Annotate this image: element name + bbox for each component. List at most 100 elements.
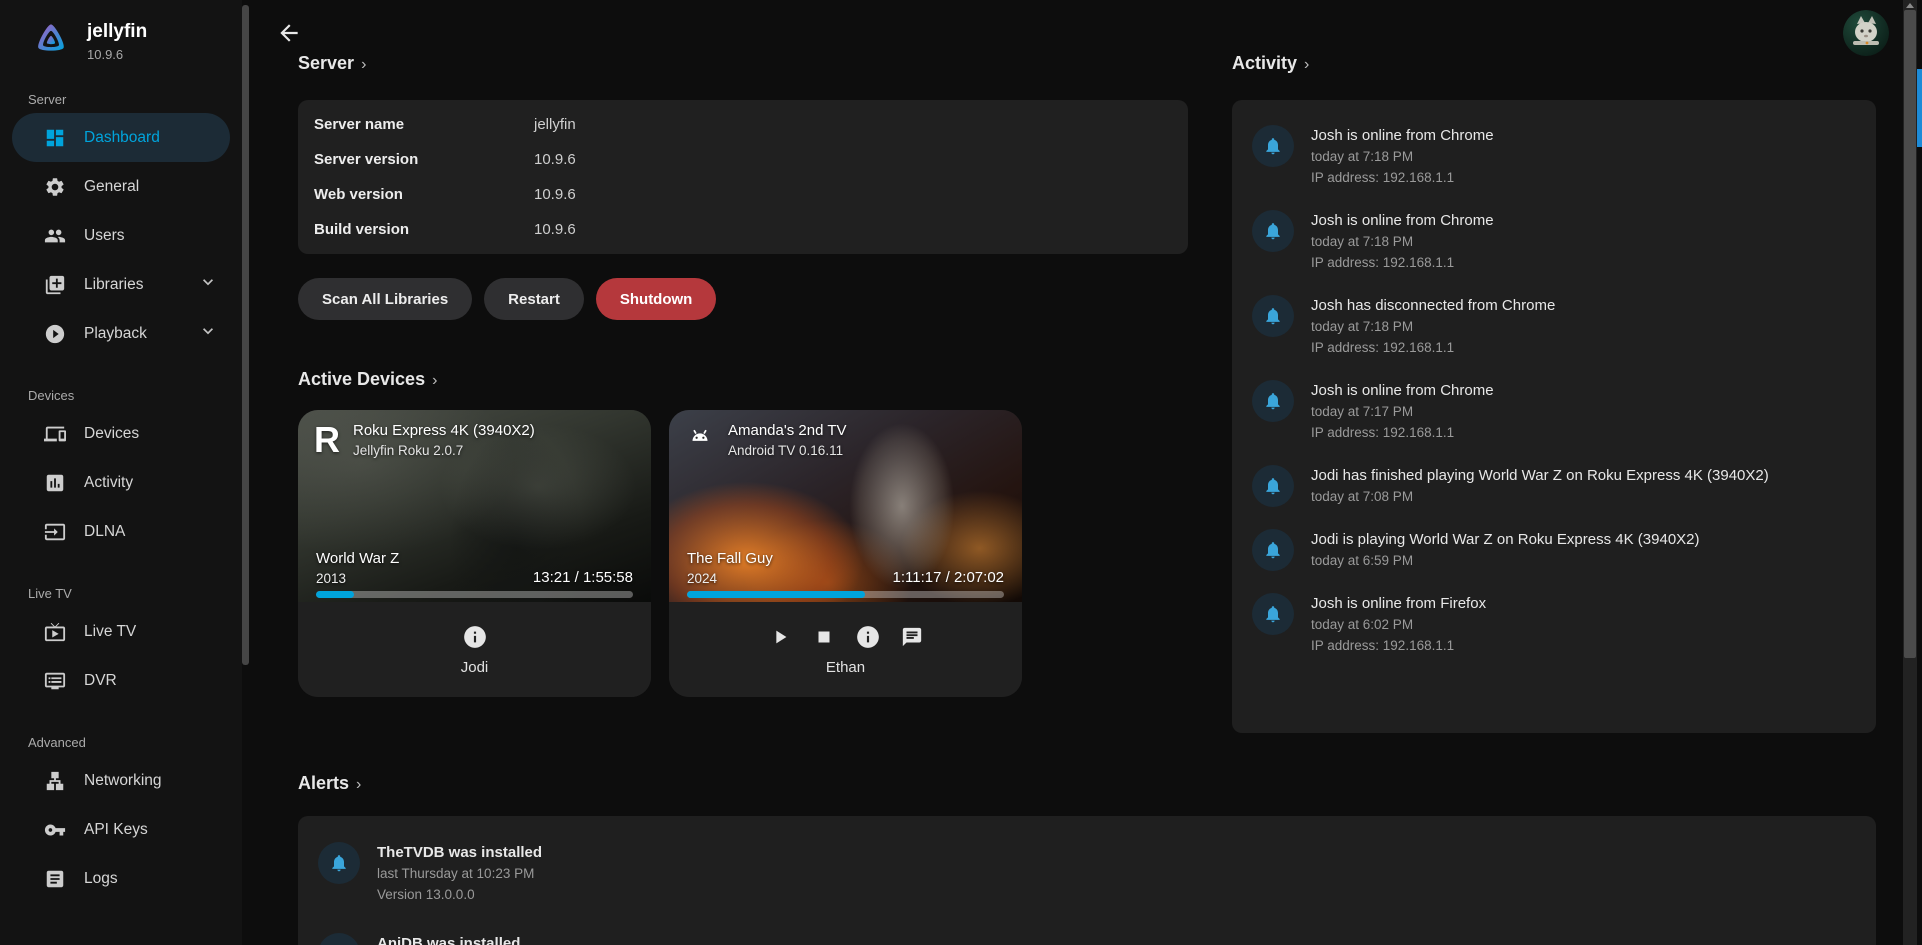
active-devices-heading-label: Active Devices [298,369,425,389]
activity-item[interactable]: Josh is online from Chrome today at 7:18… [1232,199,1876,284]
sidebar-item-users[interactable]: Users [0,211,242,260]
playback-progress-bar[interactable] [316,591,633,598]
media-year: 2013 [316,571,346,586]
sidebar: jellyfin 10.9.6 Server Dashboard General… [0,0,242,945]
activity-time: today at 7:18 PM [1311,316,1555,337]
back-button[interactable] [276,20,306,50]
activity-item[interactable]: Jodi is playing World War Z on Roku Expr… [1232,518,1876,582]
inner-scrollbar-thumb[interactable] [1917,69,1922,147]
page-scrollbar-thumb[interactable] [1904,10,1916,658]
chat-icon[interactable] [899,624,925,650]
activity-card: Josh is online from Chrome today at 7:18… [1232,100,1876,733]
alert-detail: Version 13.0.0.0 [377,884,542,905]
sidebar-item-api-keys[interactable]: API Keys [0,805,242,854]
device-name-block: Amanda's 2nd TV Android TV 0.16.11 [728,420,847,461]
session-card-androidtv[interactable]: Amanda's 2nd TV Android TV 0.16.11 The F… [669,410,1022,697]
dvr-icon [44,670,66,692]
playback-progress-bar[interactable] [687,591,1004,598]
alert-title: AniDB was installed [377,933,520,945]
play-icon[interactable] [767,624,793,650]
device-header: R Roku Express 4K (3940X2) Jellyfin Roku… [314,420,535,461]
server-info-value: 10.9.6 [534,186,576,203]
activity-ip: IP address: 192.168.1.1 [1311,167,1494,188]
jellyfin-logo-icon [30,20,72,62]
bell-icon [1252,593,1294,635]
activity-title: Josh is online from Chrome [1311,125,1494,146]
sidebar-item-dlna[interactable]: DLNA [0,507,242,556]
scrollbar-up-arrow-icon[interactable] [1906,3,1914,8]
chevron-down-icon[interactable] [198,321,218,346]
app-version: 10.9.6 [87,47,147,62]
alerts-heading[interactable]: Alerts› [298,770,1876,798]
sidebar-item-label: Activity [84,474,133,492]
activity-time: today at 6:02 PM [1311,614,1486,635]
play-circle-icon [44,323,66,345]
users-icon [44,225,66,247]
activity-heading[interactable]: Activity› [1232,50,1876,78]
bell-icon [318,933,360,945]
dashboard-icon [44,127,66,149]
sidebar-item-dashboard[interactable]: Dashboard [12,113,230,162]
alert-item[interactable]: TheTVDB was installed last Thursday at 1… [318,834,1856,925]
session-footer: Jodi [298,602,651,697]
activity-ip: IP address: 192.168.1.1 [1311,635,1486,656]
server-section-heading[interactable]: Server› [298,50,1188,78]
scan-all-libraries-button[interactable]: Scan All Libraries [298,278,472,320]
sidebar-item-live-tv[interactable]: Live TV [0,607,242,656]
server-info-value: 10.9.6 [534,221,576,238]
jellyfin-dashboard: jellyfin 10.9.6 Server Dashboard General… [0,0,1922,945]
activity-item[interactable]: Josh has disconnected from Chrome today … [1232,284,1876,369]
sidebar-item-activity[interactable]: Activity [0,458,242,507]
activity-time: today at 7:18 PM [1311,146,1494,167]
shutdown-button[interactable]: Shutdown [596,278,716,320]
bell-icon [1252,125,1294,167]
activity-time: today at 7:18 PM [1311,231,1494,252]
sidebar-item-logs[interactable]: Logs [0,854,242,903]
activity-time: today at 7:17 PM [1311,401,1494,422]
alert-item[interactable]: AniDB was installed [318,925,1856,945]
activity-item[interactable]: Josh is online from Chrome today at 7:18… [1232,114,1876,199]
session-user: Ethan [826,659,865,676]
info-icon[interactable] [855,624,881,650]
sidebar-item-label: Dashboard [84,129,160,147]
sidebar-item-label: Networking [84,772,162,790]
sidebar-item-label: Libraries [84,276,143,294]
sidebar-item-label: Live TV [84,623,136,641]
input-icon [44,521,66,543]
activity-item[interactable]: Jodi has finished playing World War Z on… [1232,454,1876,518]
app-title-block: jellyfin 10.9.6 [87,20,147,62]
sidebar-item-libraries[interactable]: Libraries [0,260,242,309]
sidebar-item-devices[interactable]: Devices [0,409,242,458]
stop-icon[interactable] [811,624,837,650]
sidebar-item-general[interactable]: General [0,162,242,211]
session-user: Jodi [461,659,489,676]
sidebar-item-playback[interactable]: Playback [0,309,242,358]
alert-title: TheTVDB was installed [377,842,542,863]
logs-icon [44,868,66,890]
chevron-down-icon[interactable] [198,272,218,297]
sidebar-item-networking[interactable]: Networking [0,756,242,805]
sidebar-scrollbar-thumb[interactable] [242,5,249,665]
arrow-back-icon [276,20,302,46]
activity-title: Josh is online from Chrome [1311,210,1494,231]
activity-item[interactable]: Josh is online from Firefox today at 6:0… [1232,582,1876,667]
session-card-roku[interactable]: R Roku Express 4K (3940X2) Jellyfin Roku… [298,410,651,697]
app-name: jellyfin [87,20,147,44]
alerts-heading-label: Alerts [298,773,349,793]
sidebar-section-livetv: Live TV [28,586,242,601]
activity-title: Josh has disconnected from Chrome [1311,295,1555,316]
bell-icon [318,842,360,884]
active-devices-heading[interactable]: Active Devices› [298,366,1188,394]
activity-item[interactable]: Josh is online from Chrome today at 7:17… [1232,369,1876,454]
alerts-section: Alerts› TheTVDB was installed last Thurs… [298,770,1876,945]
alert-time: last Thursday at 10:23 PM [377,863,542,884]
activity-heading-label: Activity [1232,53,1297,73]
sidebar-item-dvr[interactable]: DVR [0,656,242,705]
client-version: Android TV 0.16.11 [728,441,847,461]
now-playing-meta: The Fall Guy 2024 1:11:17 / 2:07:02 [687,549,1004,586]
restart-button[interactable]: Restart [484,278,584,320]
server-info-row: Server version 10.9.6 [298,142,1188,177]
now-playing-meta: World War Z 2013 13:21 / 1:55:58 [316,549,633,586]
info-icon[interactable] [462,624,488,650]
activity-ip: IP address: 192.168.1.1 [1311,252,1494,273]
